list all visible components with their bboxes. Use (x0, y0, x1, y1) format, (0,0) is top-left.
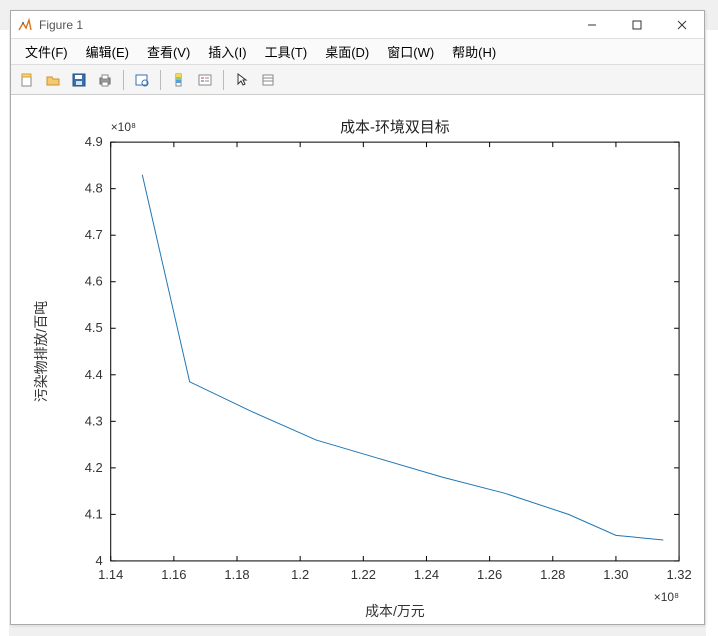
x-tick-label: 1.26 (477, 567, 502, 582)
figure-window: Figure 1 文件(F) 编辑(E) 查看(V) 插入(I) 工具(T) 桌… (10, 10, 705, 625)
toolbar-separator (223, 70, 224, 90)
legend-button[interactable] (193, 68, 217, 92)
menu-help[interactable]: 帮助(H) (444, 39, 504, 64)
toolbar-separator (123, 70, 124, 90)
editor-right-bg (706, 30, 718, 636)
x-tick-label: 1.28 (540, 567, 565, 582)
menu-insert[interactable]: 插入(I) (200, 39, 254, 64)
window-controls (569, 11, 704, 39)
plot-area: 成本-环境双目标 ×10⁸ ×10⁸ 污染物排放/百吨 成本/万元 4 4.1 4.… (11, 97, 704, 624)
brush-button[interactable] (256, 68, 280, 92)
toolbar (11, 65, 704, 95)
pointer-button[interactable] (230, 68, 254, 92)
y-tick-label: 4.9 (85, 134, 103, 149)
x-exponent-label: ×10⁸ (654, 590, 679, 604)
chart-title: 成本-环境双目标 (340, 118, 450, 136)
x-tick-label: 1.14 (98, 567, 123, 582)
menu-tools[interactable]: 工具(T) (257, 39, 316, 64)
menu-edit[interactable]: 编辑(E) (78, 39, 137, 64)
x-tick-label: 1.24 (414, 567, 439, 582)
menu-window[interactable]: 窗口(W) (379, 39, 442, 64)
y-tick-label: 4.6 (85, 274, 103, 289)
y-tick-label: 4.8 (85, 181, 103, 196)
y-tick-label: 4.2 (85, 460, 103, 475)
x-axis-label: 成本/万元 (365, 603, 425, 619)
y-tick-label: 4 (96, 553, 103, 568)
menu-view[interactable]: 查看(V) (139, 39, 198, 64)
x-tick-label: 1.18 (224, 567, 249, 582)
y-tick-label: 4.7 (85, 227, 103, 242)
x-tick-label: 1.22 (351, 567, 376, 582)
editor-gutter-bg (0, 30, 10, 636)
x-tick-label: 1.32 (666, 567, 691, 582)
y-tick-label: 4.4 (85, 367, 103, 382)
titlebar: Figure 1 (11, 11, 704, 39)
new-file-button[interactable] (15, 68, 39, 92)
data-cursor-button[interactable] (130, 68, 154, 92)
x-tick-label: 1.16 (161, 567, 186, 582)
window-title: Figure 1 (39, 18, 83, 32)
y-exponent-label: ×10⁸ (111, 120, 136, 134)
save-button[interactable] (67, 68, 91, 92)
close-button[interactable] (659, 11, 704, 39)
minimize-button[interactable] (569, 11, 614, 39)
colorbar-button[interactable] (167, 68, 191, 92)
toolbar-separator (160, 70, 161, 90)
open-button[interactable] (41, 68, 65, 92)
chart-svg: 成本-环境双目标 ×10⁸ ×10⁸ 污染物排放/百吨 成本/万元 4 4.1 4.… (11, 97, 704, 624)
menubar: 文件(F) 编辑(E) 查看(V) 插入(I) 工具(T) 桌面(D) 窗口(W… (11, 39, 704, 65)
x-tick-label: 1.30 (603, 567, 628, 582)
axes-box (111, 142, 679, 561)
y-tick-label: 4.5 (85, 320, 103, 335)
y-axis-label: 污染物排放/百吨 (33, 301, 49, 402)
menu-desktop[interactable]: 桌面(D) (317, 39, 377, 64)
x-tick-label: 1.2 (291, 567, 309, 582)
y-tick-label: 4.1 (85, 506, 103, 521)
print-button[interactable] (93, 68, 117, 92)
menu-file[interactable]: 文件(F) (17, 39, 76, 64)
y-tick-label: 4.3 (85, 413, 103, 428)
maximize-button[interactable] (614, 11, 659, 39)
matlab-logo-icon (17, 17, 33, 33)
